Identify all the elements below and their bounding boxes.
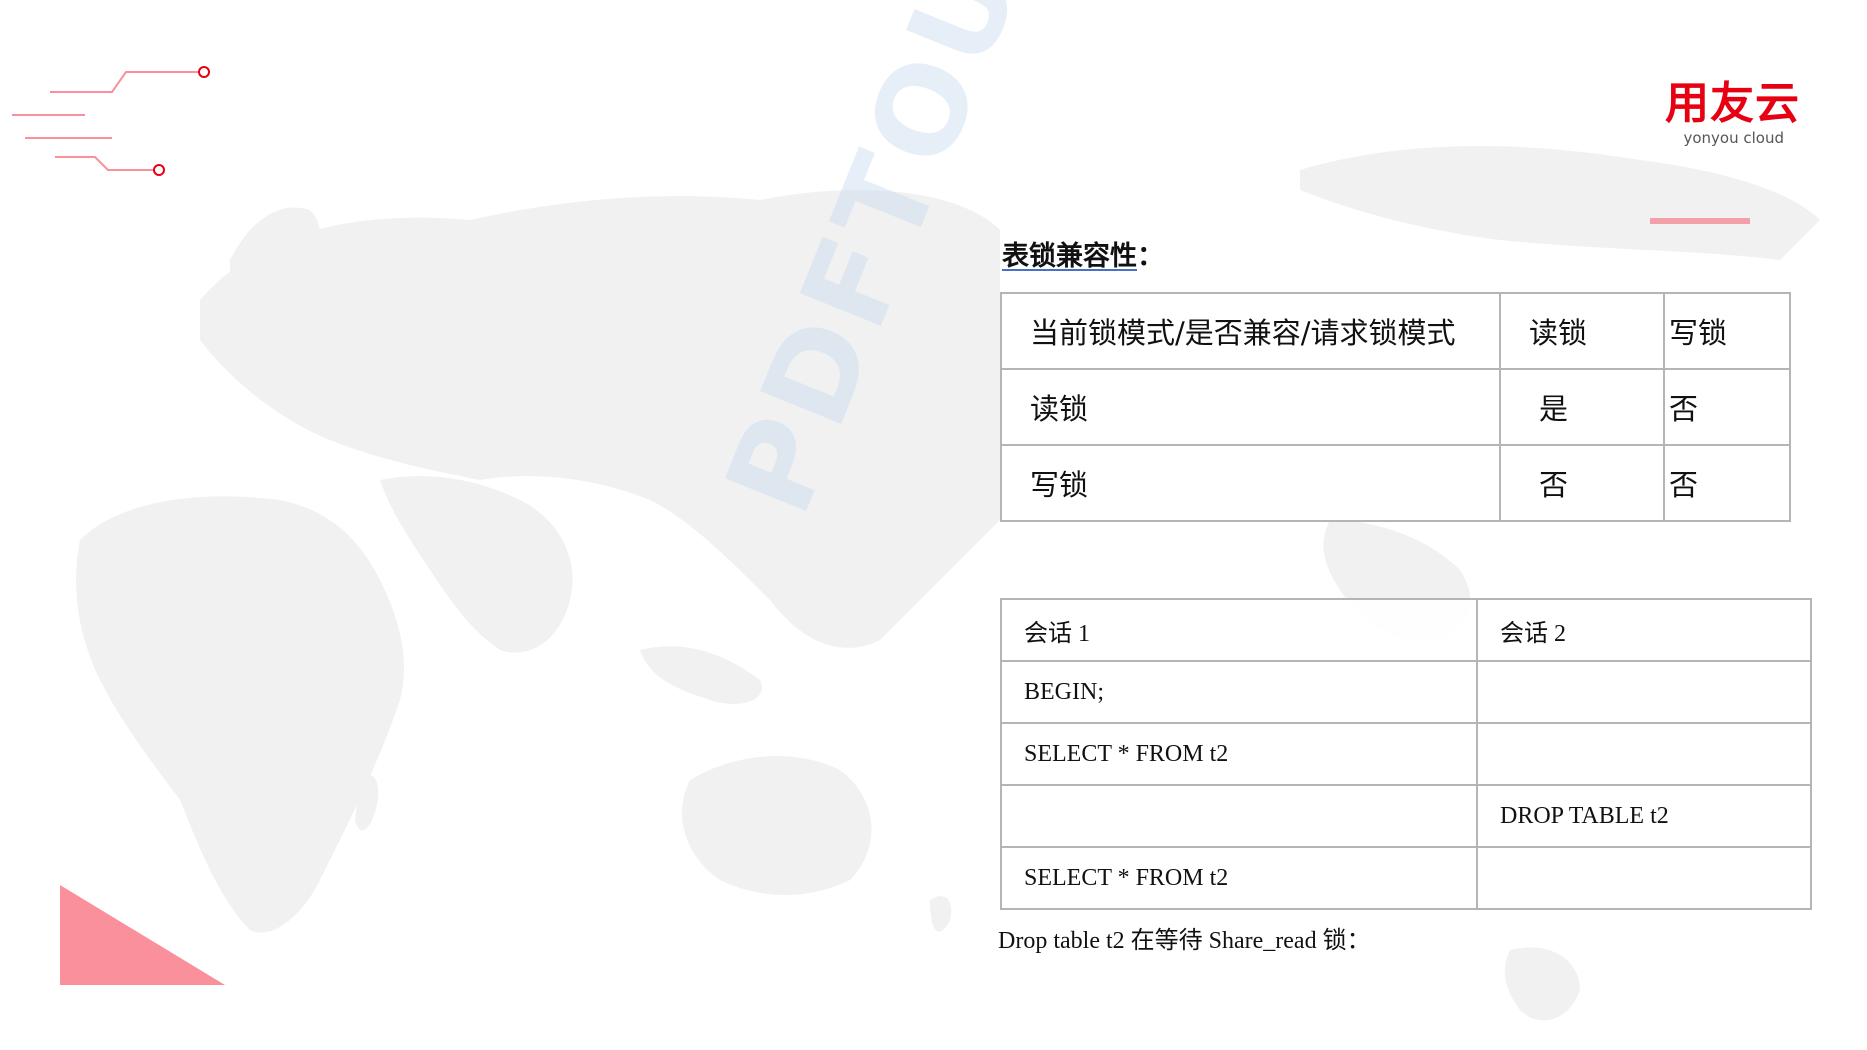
table-cell: 当前锁模式/是否兼容/请求锁模式 xyxy=(1000,292,1501,370)
table-row: 写锁 否 否 xyxy=(1000,444,1791,522)
session-table: 会话 1 会话 2 BEGIN; SELECT * FROM t2 DROP T… xyxy=(1000,598,1812,910)
table-cell: 写锁 xyxy=(1000,444,1501,522)
table-cell: BEGIN; xyxy=(1000,660,1478,724)
section-title-colon: ： xyxy=(1137,241,1164,272)
table-cell: DROP TABLE t2 xyxy=(1476,784,1812,848)
table-row: 会话 1 会话 2 xyxy=(1000,598,1812,662)
table-cell: 否 xyxy=(1663,444,1791,522)
table-cell: SELECT * FROM t2 xyxy=(1000,846,1478,910)
table-row: BEGIN; xyxy=(1000,660,1812,724)
table-cell: SELECT * FROM t2 xyxy=(1000,722,1478,786)
table-cell: 读锁 xyxy=(1499,292,1665,370)
table-cell xyxy=(1476,846,1812,910)
table-cell: 否 xyxy=(1499,444,1665,522)
table-cell: 读锁 xyxy=(1000,368,1501,446)
table-cell xyxy=(1000,784,1478,848)
section-title-text: 表锁兼容性 xyxy=(1002,241,1137,272)
logo-accent-bar xyxy=(1650,218,1750,224)
table-row: SELECT * FROM t2 xyxy=(1000,846,1812,910)
table-cell: 写锁 xyxy=(1663,292,1791,370)
table-cell: 会话 2 xyxy=(1476,598,1812,662)
table-row: 当前锁模式/是否兼容/请求锁模式 读锁 写锁 xyxy=(1000,292,1791,370)
table-cell: 会话 1 xyxy=(1000,598,1478,662)
logo-name: 用友云 xyxy=(1665,78,1800,129)
section-title: 表锁兼容性： xyxy=(1002,234,1164,273)
slide: 用友云 yonyou cloud PDFTOU 表锁兼容性： 当前锁模式/是否兼… xyxy=(0,0,1867,1050)
table-cell: 否 xyxy=(1663,368,1791,446)
table-row: 读锁 是 否 xyxy=(1000,368,1791,446)
table-row: SELECT * FROM t2 xyxy=(1000,722,1812,786)
table-cell: 是 xyxy=(1499,368,1665,446)
logo-subtitle: yonyou cloud xyxy=(1683,129,1784,147)
table-cell xyxy=(1476,722,1812,786)
lock-compatibility-table: 当前锁模式/是否兼容/请求锁模式 读锁 写锁 读锁 是 否 写锁 否 否 xyxy=(1000,292,1791,522)
table-cell xyxy=(1476,660,1812,724)
caption-text: Drop table t2 在等待 Share_read 锁： xyxy=(998,928,1371,954)
yonyou-cloud-logo: 用友云 yonyou cloud xyxy=(1640,78,1800,168)
decorative-red-triangle xyxy=(60,885,225,985)
decorative-circuit-lines xyxy=(12,66,210,176)
table-row: DROP TABLE t2 xyxy=(1000,784,1812,848)
